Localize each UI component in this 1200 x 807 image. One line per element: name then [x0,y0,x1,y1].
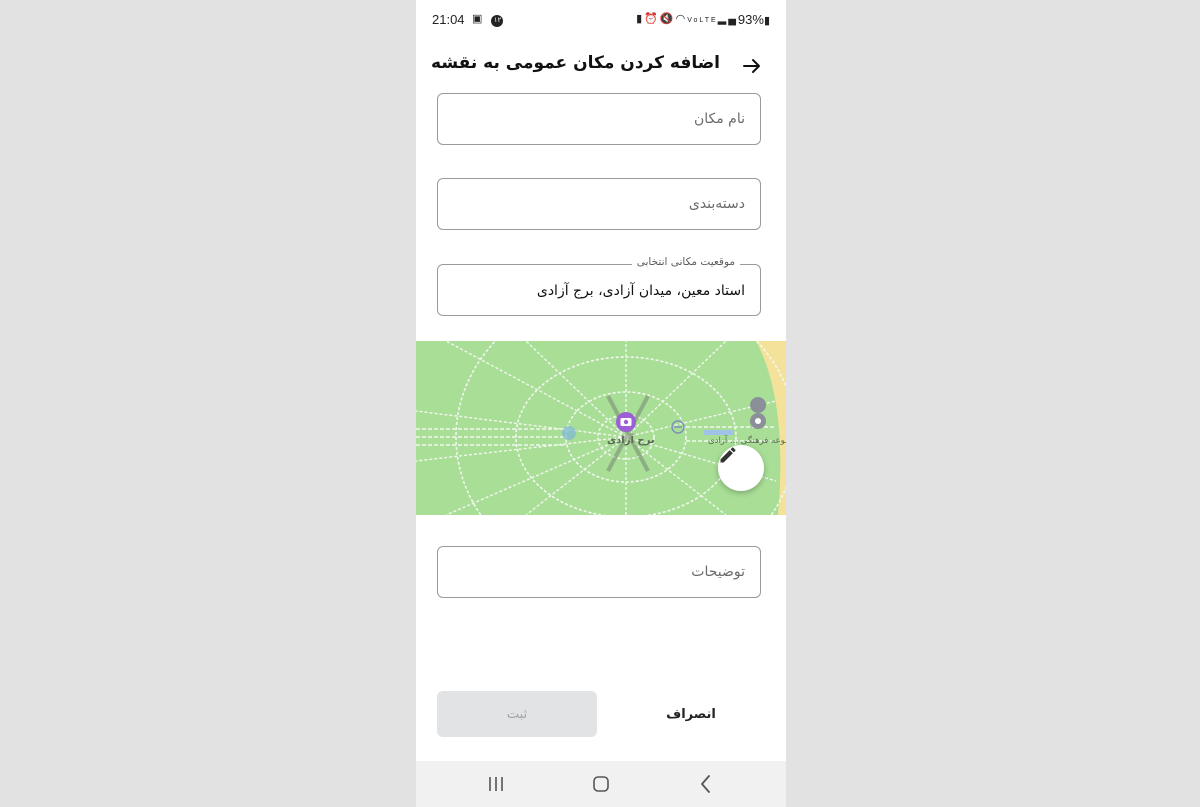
home-icon[interactable] [589,773,613,795]
description-input[interactable] [438,547,760,597]
place-name-field[interactable] [437,93,761,145]
description-field[interactable] [437,546,761,598]
arrow-right-icon[interactable] [740,54,764,78]
map-label-azadi-tower: برج آزادی [607,435,655,446]
mute-icon: 🔇 [659,13,676,25]
place-name-input[interactable] [438,94,760,144]
notification-badge-icon: ۱۲ [491,15,504,27]
phone-screen: 21:04 ▣ ۱۲ ▮⏰🔇◠VoLTE▂▄ 93%▮ اضافه کردن م… [416,0,786,807]
location-value[interactable]: استاد معین، میدان آزادی، برج آزادی [438,265,760,315]
location-field[interactable]: موقعیت مکانی انتخابی استاد معین، میدان آ… [437,256,761,316]
cancel-button[interactable]: انصراف [621,691,761,737]
status-time: 21:04 [432,12,465,27]
recent-apps-icon[interactable] [484,773,508,795]
status-bar: 21:04 ▣ ۱۲ ▮⏰🔇◠VoLTE▂▄ 93%▮ [416,0,786,38]
status-right-icons: ▮⏰🔇◠VoLTE▂▄ [636,12,738,25]
battery-saver-icon: ▮ [636,13,645,25]
battery-icon: ▮ [763,15,770,27]
alarm-icon: ⏰ [644,13,660,25]
signal-icon: ▂▄ [717,13,738,25]
status-left-icons: ▣ ۱۲ [472,12,504,27]
wifi-icon: ◠ [675,13,688,25]
app-header: اضافه کردن مکان عمومی به نقشه [416,46,786,86]
status-battery: 93%▮ [738,12,770,27]
category-field[interactable] [437,178,761,230]
map-preview[interactable]: برج آزادی مجموعه فرهنگی ... آزادی [416,341,786,515]
system-nav-bar [416,761,786,807]
edit-location-button[interactable] [718,445,764,491]
page-title: اضافه کردن مکان عمومی به نقشه [431,53,720,73]
pencil-icon [720,447,736,463]
category-input[interactable] [438,179,760,229]
submit-button[interactable]: ثبت [437,691,597,737]
gallery-icon: ▣ [472,13,486,25]
volte-icon: VoLTE [687,17,718,24]
back-icon[interactable] [694,773,718,795]
battery-percent: 93% [737,12,764,27]
